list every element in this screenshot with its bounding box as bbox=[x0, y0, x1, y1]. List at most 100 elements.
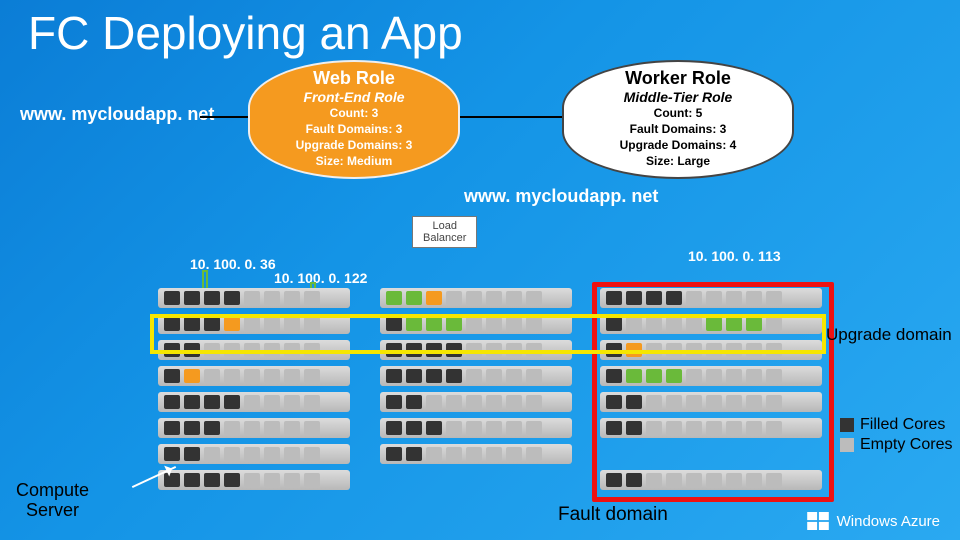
core-empty bbox=[766, 473, 782, 487]
core-empty bbox=[746, 421, 762, 435]
core-empty bbox=[204, 447, 220, 461]
core-empty bbox=[466, 343, 482, 357]
core-filled bbox=[606, 369, 622, 383]
core-empty bbox=[666, 395, 682, 409]
core-empty bbox=[224, 369, 240, 383]
core-empty bbox=[766, 421, 782, 435]
rack-2 bbox=[380, 288, 572, 496]
core-empty bbox=[766, 317, 782, 331]
core-empty bbox=[686, 343, 702, 357]
worker-role-card: Worker Role Middle-Tier Role Count: 5 Fa… bbox=[562, 60, 794, 179]
core-empty bbox=[686, 317, 702, 331]
core-empty bbox=[264, 421, 280, 435]
server-row bbox=[380, 288, 572, 308]
core-empty bbox=[426, 395, 442, 409]
core-empty bbox=[466, 369, 482, 383]
legend: Filled Cores Empty Cores bbox=[840, 416, 952, 456]
core-empty bbox=[486, 447, 502, 461]
core-empty bbox=[746, 291, 762, 305]
core-empty bbox=[224, 447, 240, 461]
server-row bbox=[158, 444, 350, 464]
core-empty bbox=[506, 395, 522, 409]
core-filled bbox=[626, 395, 642, 409]
core-empty bbox=[264, 317, 280, 331]
core-empty bbox=[446, 421, 462, 435]
core-empty bbox=[746, 395, 762, 409]
core-empty bbox=[304, 421, 320, 435]
core-filled bbox=[184, 343, 200, 357]
core-empty bbox=[706, 421, 722, 435]
core-empty bbox=[666, 473, 682, 487]
core-empty bbox=[284, 343, 300, 357]
core-empty bbox=[466, 447, 482, 461]
core-filled bbox=[446, 369, 462, 383]
core-empty bbox=[244, 447, 260, 461]
core-web bbox=[626, 343, 642, 357]
core-empty bbox=[244, 369, 260, 383]
core-empty bbox=[466, 421, 482, 435]
web-role-head: Web Role bbox=[254, 68, 454, 89]
core-empty bbox=[506, 343, 522, 357]
core-worker bbox=[666, 369, 682, 383]
fault-domain-label: Fault domain bbox=[558, 504, 668, 526]
server-row bbox=[158, 314, 350, 334]
core-worker bbox=[426, 317, 442, 331]
server-row bbox=[158, 366, 350, 386]
worker-role-head: Worker Role bbox=[568, 68, 788, 89]
lb-line1: Load bbox=[432, 220, 456, 232]
web-role-ud: Upgrade Domains: 3 bbox=[254, 137, 454, 153]
core-empty bbox=[766, 369, 782, 383]
core-worker bbox=[626, 369, 642, 383]
worker-role-sub: Middle-Tier Role bbox=[568, 89, 788, 105]
core-filled bbox=[224, 473, 240, 487]
core-filled bbox=[204, 421, 220, 435]
core-empty bbox=[466, 291, 482, 305]
server-row bbox=[600, 470, 822, 490]
core-empty bbox=[746, 473, 762, 487]
core-worker bbox=[706, 317, 722, 331]
core-filled bbox=[184, 447, 200, 461]
core-filled bbox=[386, 395, 402, 409]
core-empty bbox=[446, 395, 462, 409]
core-empty bbox=[204, 343, 220, 357]
compute-l1: Compute bbox=[16, 480, 89, 500]
server-row bbox=[158, 470, 350, 490]
core-empty bbox=[526, 317, 542, 331]
worker-role-count: Count: 5 bbox=[568, 105, 788, 121]
core-empty bbox=[706, 369, 722, 383]
core-filled bbox=[606, 473, 622, 487]
core-empty bbox=[766, 395, 782, 409]
core-empty bbox=[766, 291, 782, 305]
core-empty bbox=[746, 369, 762, 383]
core-filled bbox=[606, 343, 622, 357]
core-filled bbox=[164, 317, 180, 331]
core-filled bbox=[606, 421, 622, 435]
server-row bbox=[158, 340, 350, 360]
core-filled bbox=[164, 343, 180, 357]
core-empty bbox=[526, 395, 542, 409]
core-empty bbox=[284, 395, 300, 409]
core-worker bbox=[726, 317, 742, 331]
lb-line2: Balancer bbox=[423, 232, 466, 244]
core-empty bbox=[264, 343, 280, 357]
core-empty bbox=[446, 447, 462, 461]
core-filled bbox=[164, 291, 180, 305]
server-row bbox=[158, 288, 350, 308]
core-filled bbox=[406, 369, 422, 383]
core-filled bbox=[204, 473, 220, 487]
server-row bbox=[158, 418, 350, 438]
server-row bbox=[380, 314, 572, 334]
core-empty bbox=[686, 291, 702, 305]
core-empty bbox=[646, 473, 662, 487]
core-filled bbox=[386, 369, 402, 383]
core-empty bbox=[304, 473, 320, 487]
legend-empty-label: Empty Cores bbox=[860, 436, 952, 454]
core-empty bbox=[486, 291, 502, 305]
web-role-size: Size: Medium bbox=[254, 153, 454, 169]
server-row bbox=[380, 392, 572, 412]
core-empty bbox=[766, 343, 782, 357]
core-filled bbox=[164, 395, 180, 409]
ip-address-2: 10. 100. 0. 122 bbox=[274, 270, 367, 286]
core-empty bbox=[304, 317, 320, 331]
core-empty bbox=[726, 395, 742, 409]
